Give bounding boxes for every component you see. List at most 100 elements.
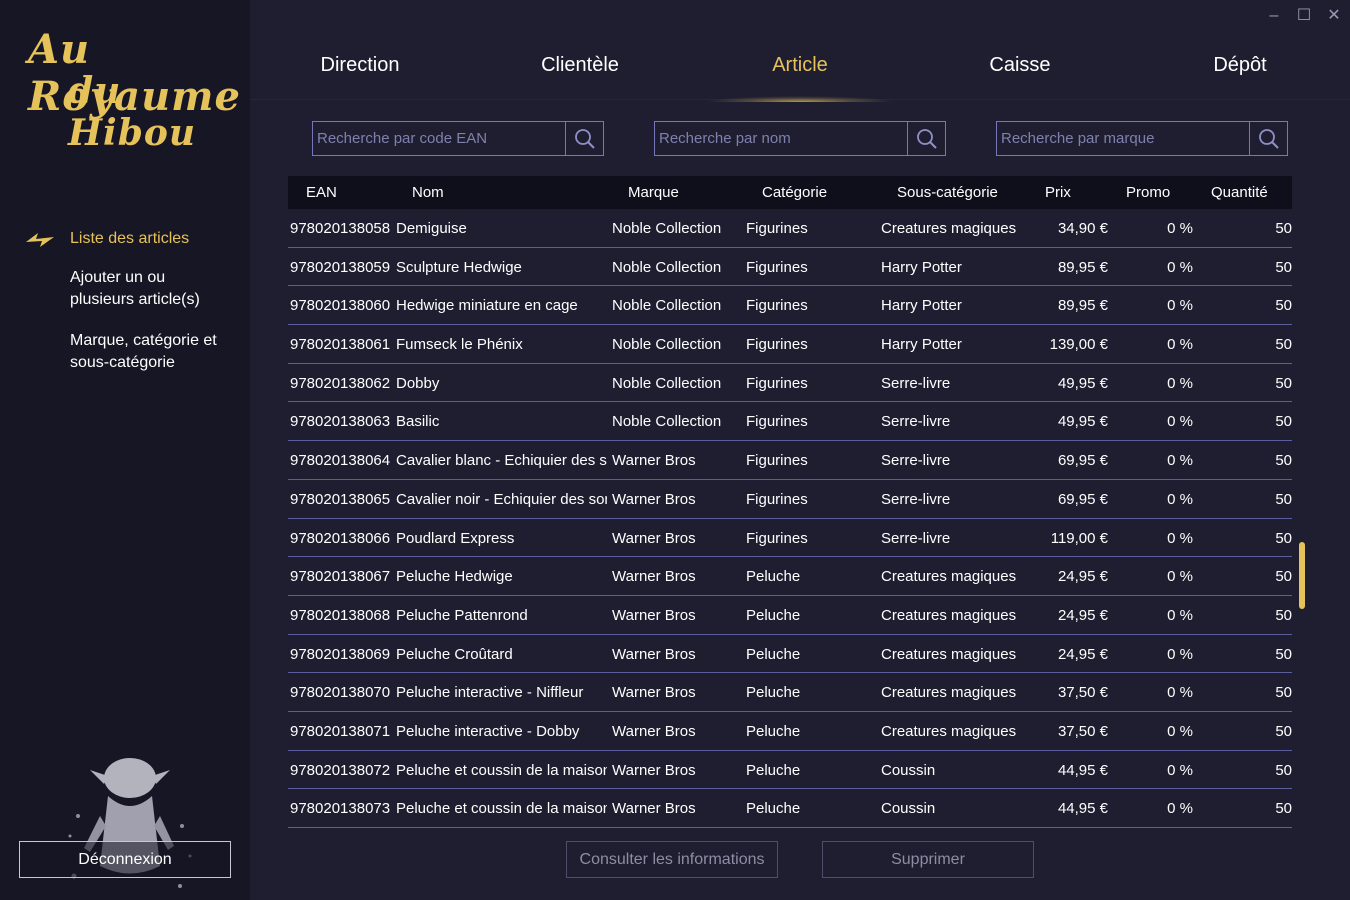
table-row[interactable]: 978020138065 Cavalier noir - Echiquier de… [288, 480, 1292, 519]
table-row[interactable]: 978020138059 Sculpture Hedwige Noble Colle… [288, 248, 1292, 287]
tab-direction[interactable]: Direction [250, 54, 470, 77]
search-icon [916, 128, 937, 149]
cell-quantite: 50 [1275, 258, 1292, 276]
header-nom[interactable]: Nom [412, 184, 444, 201]
cell-categorie: Peluche [746, 722, 801, 740]
cell-prix: 34,90 € [1057, 220, 1108, 237]
sidebar-item-ajouter-articles[interactable]: Ajouter un ou plusieurs article(s) [0, 267, 250, 311]
table-row[interactable]: 978020138060 Hedwige miniature en cage Nob… [288, 286, 1292, 326]
table-row[interactable]: 978020138068 Peluche Pattenrond Warner Bro… [288, 596, 1292, 635]
search-ean [312, 121, 604, 156]
cell-sous-categorie: Creatures magiques [881, 606, 1017, 624]
tab-depot[interactable]: Dépôt [1130, 54, 1350, 77]
table-body: 978020138058 Demiguise Noble Collection Fig… [288, 209, 1292, 828]
cell-quantite: 50 [1275, 761, 1292, 779]
table-row[interactable]: 978020138063 Basilic Noble Collection Figur… [288, 402, 1292, 442]
table-row[interactable]: 978020138069 Peluche Croûtard Warner Bros P… [288, 635, 1292, 674]
header-categorie[interactable]: Catégorie [762, 184, 827, 201]
cell-marque: Warner Bros [612, 606, 696, 624]
cell-promo: 0 % [1167, 413, 1193, 431]
cell-quantite: 50 [1275, 800, 1292, 818]
cell-marque: Warner Bros [612, 722, 696, 740]
cell-sous-categorie: Creatures magiques [881, 722, 1017, 740]
table-row[interactable]: 978020138071 Peluche interactive - Dobby W… [288, 712, 1292, 751]
cell-sous-categorie: Serre-livre [881, 529, 951, 547]
table-row[interactable]: 978020138058 Demiguise Noble Collection Fig… [288, 209, 1292, 248]
cell-sous-categorie: Coussin [881, 800, 936, 818]
table-row[interactable]: 978020138066 Poudlard Express Warner Bros F… [288, 519, 1292, 558]
cell-ean: 978020138071 [290, 722, 391, 740]
header-marque[interactable]: Marque [628, 184, 679, 201]
sidebar-item-label: Marque, catégorie et sous-catégorie [70, 332, 217, 371]
maximize-icon[interactable]: ☐ [1296, 6, 1312, 26]
cell-nom: Peluche Croûtard [396, 645, 513, 663]
cell-nom: Sculpture Hedwige [396, 258, 522, 276]
table-row[interactable]: 978020138070 Peluche interactive - Niffle… [288, 673, 1292, 712]
search-nom-button[interactable] [907, 122, 945, 155]
cell-promo: 0 % [1167, 529, 1193, 547]
cell-categorie: Peluche [746, 568, 801, 586]
cell-promo: 0 % [1167, 800, 1193, 818]
tab-caisse[interactable]: Caisse [910, 54, 1130, 77]
table-row[interactable]: 978020138067 Peluche Hedwige Warner Bros Pe… [288, 557, 1292, 596]
tab-clientele[interactable]: Clientèle [470, 54, 690, 77]
table-row[interactable]: 978020138064 Cavalier blanc - Echiquier d… [288, 441, 1292, 480]
table-row[interactable]: 978020138072 Peluche et coussin de la mai… [288, 751, 1292, 790]
header-quantite[interactable]: Quantité [1211, 184, 1268, 201]
cell-sous-categorie: Creatures magiques [881, 220, 1017, 237]
tab-article[interactable]: Article [690, 54, 910, 77]
search-marque [996, 121, 1288, 156]
delete-button[interactable]: Supprimer [822, 841, 1034, 878]
cell-nom: Peluche interactive - Dobby [396, 722, 580, 740]
table-scrollbar-thumb[interactable] [1299, 542, 1305, 609]
minimize-icon[interactable]: – [1266, 6, 1282, 26]
cell-ean: 978020138068 [290, 606, 391, 624]
cell-ean: 978020138066 [290, 529, 391, 547]
cell-sous-categorie: Creatures magiques [881, 645, 1017, 663]
sidebar-item-liste-articles[interactable]: Liste des articles [0, 228, 250, 250]
search-marque-input[interactable] [997, 122, 1249, 155]
sidebar-nav: Liste des articles Ajouter un ou plusieu… [0, 228, 250, 374]
cell-marque: Warner Bros [612, 761, 696, 779]
cell-ean: 978020138062 [290, 374, 391, 392]
cell-sous-categorie: Creatures magiques [881, 568, 1017, 586]
header-ean[interactable]: EAN [306, 184, 337, 201]
table-row[interactable]: 978020138073 Peluche et coussin de la mai… [288, 789, 1292, 828]
search-nom-input[interactable] [655, 122, 907, 155]
header-prix[interactable]: Prix [1045, 184, 1071, 201]
sidebar-item-marque-categorie[interactable]: Marque, catégorie et sous-catégorie [0, 330, 250, 374]
cell-promo: 0 % [1167, 220, 1193, 237]
cell-marque: Warner Bros [612, 490, 696, 508]
cell-ean: 978020138070 [290, 684, 391, 702]
cell-nom: Peluche et coussin de la maison [396, 761, 607, 779]
search-ean-input[interactable] [313, 122, 565, 155]
cell-promo: 0 % [1167, 722, 1193, 740]
lightning-bolt-icon [26, 233, 54, 247]
cell-ean: 978020138061 [290, 336, 391, 354]
consult-info-button[interactable]: Consulter les informations [566, 841, 778, 878]
top-nav: Direction Clientèle Article Caisse Dépôt [250, 40, 1350, 102]
cell-quantite: 50 [1275, 529, 1292, 547]
cell-categorie: Figurines [746, 413, 808, 431]
header-promo[interactable]: Promo [1126, 184, 1170, 201]
articles-table: EAN Nom Marque Catégorie Sous-catégorie … [288, 176, 1292, 828]
search-ean-button[interactable] [565, 122, 603, 155]
cell-nom: Hedwige miniature en cage [396, 297, 578, 315]
cell-prix: 37,50 € [1057, 684, 1108, 702]
cell-marque: Warner Bros [612, 529, 696, 547]
cell-categorie: Peluche [746, 684, 801, 702]
cell-nom: Dobby [396, 374, 440, 392]
cell-ean: 978020138063 [290, 413, 391, 431]
logout-button[interactable]: Déconnexion [19, 841, 231, 878]
header-sous-categorie[interactable]: Sous-catégorie [897, 184, 998, 201]
table-row[interactable]: 978020138061 Fumseck le Phénix Noble Colle… [288, 325, 1292, 364]
cell-ean: 978020138060 [290, 297, 391, 315]
search-marque-button[interactable] [1249, 122, 1287, 155]
close-icon[interactable]: ✕ [1326, 6, 1342, 26]
cell-prix: 89,95 € [1057, 297, 1108, 315]
cell-marque: Warner Bros [612, 645, 696, 663]
cell-promo: 0 % [1167, 336, 1193, 354]
cell-sous-categorie: Harry Potter [881, 336, 962, 354]
table-row[interactable]: 978020138062 Dobby Noble Collection Figurin… [288, 364, 1292, 403]
cell-prix: 24,95 € [1057, 606, 1108, 624]
